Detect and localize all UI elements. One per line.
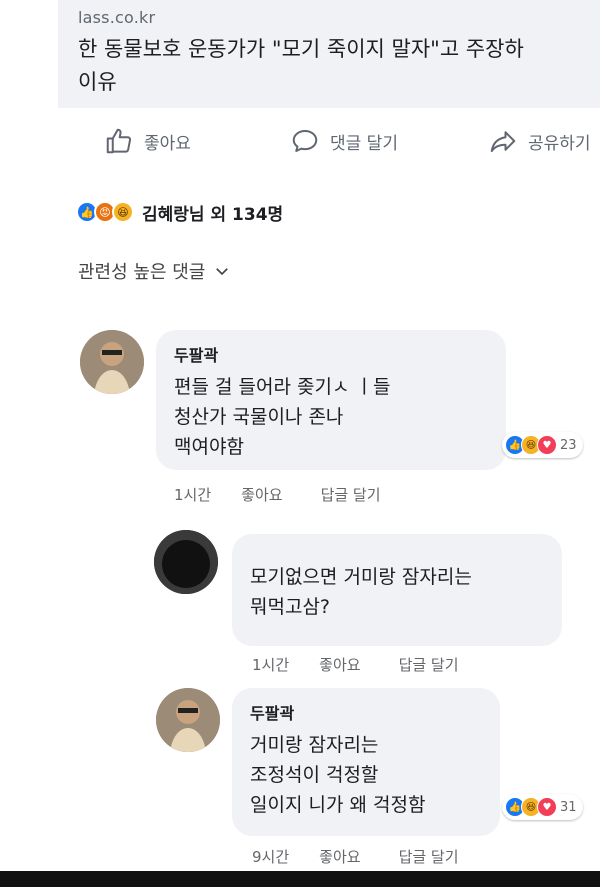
avatar-image (154, 530, 218, 594)
comment-time[interactable]: 1시간 (174, 484, 211, 505)
like-button[interactable]: 좋아요 (104, 126, 191, 156)
haha-reaction-icon: 😆 (112, 201, 134, 223)
reactions-summary-text: 김혜랑님 외 134명 (142, 204, 284, 225)
comment-author[interactable]: 두팔곽 (174, 342, 488, 366)
comment-button[interactable]: 댓글 달기 (290, 126, 398, 156)
comment-like-link[interactable]: 좋아요 (319, 654, 360, 675)
comment-meta: 1시간 좋아요 답글 달기 (252, 654, 497, 675)
comment-meta: 9시간 좋아요 답글 달기 (252, 846, 497, 867)
bottom-bar (0, 871, 600, 887)
comment-meta: 1시간 좋아요 답글 달기 (174, 484, 419, 505)
comment-reactions-badge[interactable]: 👍 😆 ♥ 23 (502, 432, 583, 458)
comment-reply-link[interactable]: 답글 달기 (321, 484, 381, 505)
comment-time[interactable]: 1시간 (252, 654, 289, 675)
avatar[interactable] (80, 330, 144, 394)
speech-bubble-icon (292, 130, 318, 152)
chevron-down-icon (216, 268, 229, 276)
share-button-label: 공유하기 (528, 133, 591, 154)
avatar[interactable] (156, 688, 220, 752)
share-button[interactable]: 공유하기 (488, 126, 591, 156)
comment-bubble: 두팔곽 편들 걸 들어라 좆기ㅅ ㅣ들 청산가 국물이나 존나 맥여야함 (156, 330, 506, 470)
comment-author[interactable]: 두팔곽 (250, 700, 482, 724)
share-arrow-icon (490, 131, 516, 152)
love-reaction-icon: ♥ (537, 797, 557, 817)
comment-text: 모기없으면 거미랑 잠자리는 뭐먹고삼? (250, 566, 472, 618)
reaction-count: 31 (560, 799, 577, 815)
like-button-label: 좋아요 (144, 133, 191, 154)
comment-reply-link[interactable]: 답글 달기 (399, 846, 459, 867)
comment-like-link[interactable]: 좋아요 (319, 846, 360, 867)
avatar[interactable] (154, 530, 218, 594)
link-preview-card[interactable]: lass.co.kr 한 동물보호 운동가가 "모기 죽이지 말자"고 주장하 … (58, 0, 600, 108)
comment-bubble: 두팔곽 거미랑 잠자리는 조정석이 걱정할 일이지 니가 왜 걱정함 (232, 688, 500, 836)
reaction-count: 23 (560, 437, 577, 453)
comment-reply-link[interactable]: 답글 달기 (399, 654, 459, 675)
avatar-image (80, 330, 144, 394)
comment-text: 거미랑 잠자리는 조정석이 걱정할 일이지 니가 왜 걱정함 (250, 734, 426, 816)
comment-button-label: 댓글 달기 (330, 133, 398, 154)
reaction-icons: 👍 😡 😆 (76, 201, 134, 223)
thumbs-up-icon (106, 128, 132, 154)
comment-bubble: 모기없으면 거미랑 잠자리는 뭐먹고삼? (232, 534, 562, 646)
love-reaction-icon: ♥ (537, 435, 557, 455)
comment-like-link[interactable]: 좋아요 (241, 484, 282, 505)
avatar-image (156, 688, 220, 752)
comment-reactions-badge[interactable]: 👍 😆 ♥ 31 (502, 794, 583, 820)
comment-text: 편들 걸 들어라 좆기ㅅ ㅣ들 청산가 국물이나 존나 맥여야함 (174, 376, 391, 458)
comment-sort-dropdown[interactable]: 관련성 높은 댓글 (78, 258, 231, 284)
link-title[interactable]: 한 동물보호 운동가가 "모기 죽이지 말자"고 주장하 이유 (78, 33, 600, 99)
link-domain: lass.co.kr (78, 8, 156, 27)
sort-label: 관련성 높은 댓글 (78, 262, 206, 283)
reactions-summary[interactable]: 👍 😡 😆 김혜랑님 외 134명 (76, 198, 283, 226)
comment-time[interactable]: 9시간 (252, 846, 289, 867)
post-action-bar: 좋아요 댓글 달기 공유하기 (0, 126, 600, 166)
